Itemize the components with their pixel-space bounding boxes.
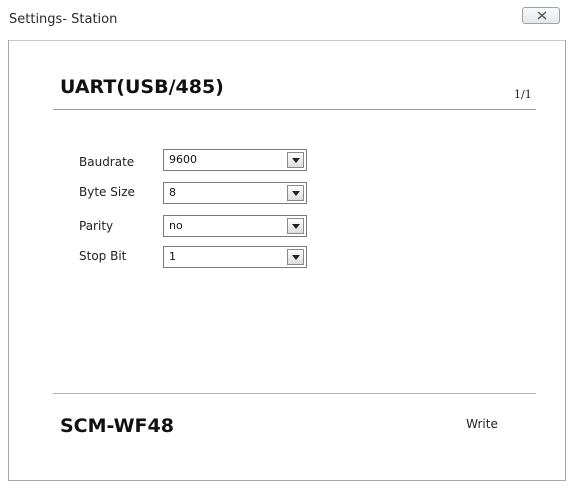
parity-select[interactable]: no xyxy=(163,215,307,237)
stop-bit-select[interactable]: 1 xyxy=(163,246,307,268)
stop-bit-value: 1 xyxy=(169,250,176,263)
section-title: UART(USB/485) xyxy=(60,76,224,98)
baudrate-value: 9600 xyxy=(169,153,197,166)
stop-bit-label: Stop Bit xyxy=(79,249,127,263)
content-frame-left xyxy=(8,40,9,481)
header-divider xyxy=(53,109,536,110)
content-frame-top xyxy=(8,40,566,41)
write-button[interactable]: Write xyxy=(458,414,506,434)
parity-dropdown-button[interactable] xyxy=(287,218,304,234)
byte-size-select[interactable]: 8 xyxy=(163,182,307,204)
stop-bit-dropdown-button[interactable] xyxy=(287,249,304,265)
byte-size-value: 8 xyxy=(169,186,176,199)
page-indicator: 1/1 xyxy=(514,88,532,101)
baudrate-label: Baudrate xyxy=(79,155,135,169)
title-bar: Settings- Station xyxy=(0,0,575,40)
parity-label: Parity xyxy=(79,219,114,233)
content-frame-right xyxy=(565,40,566,481)
close-button[interactable] xyxy=(522,7,560,24)
chevron-down-icon xyxy=(292,191,300,196)
parity-value: no xyxy=(169,219,183,232)
content-frame-bottom xyxy=(8,480,566,481)
byte-size-label: Byte Size xyxy=(79,185,135,199)
settings-window: Settings- Station UART(USB/485) 1/1 Baud… xyxy=(0,0,575,493)
chevron-down-icon xyxy=(292,255,300,260)
chevron-down-icon xyxy=(292,224,300,229)
close-icon xyxy=(537,11,547,20)
chevron-down-icon xyxy=(292,158,300,163)
window-title: Settings- Station xyxy=(9,12,118,27)
byte-size-dropdown-button[interactable] xyxy=(287,185,304,201)
baudrate-select[interactable]: 9600 xyxy=(163,149,307,171)
footer-divider xyxy=(53,393,536,394)
baudrate-dropdown-button[interactable] xyxy=(287,152,304,168)
device-model: SCM-WF48 xyxy=(60,415,174,437)
